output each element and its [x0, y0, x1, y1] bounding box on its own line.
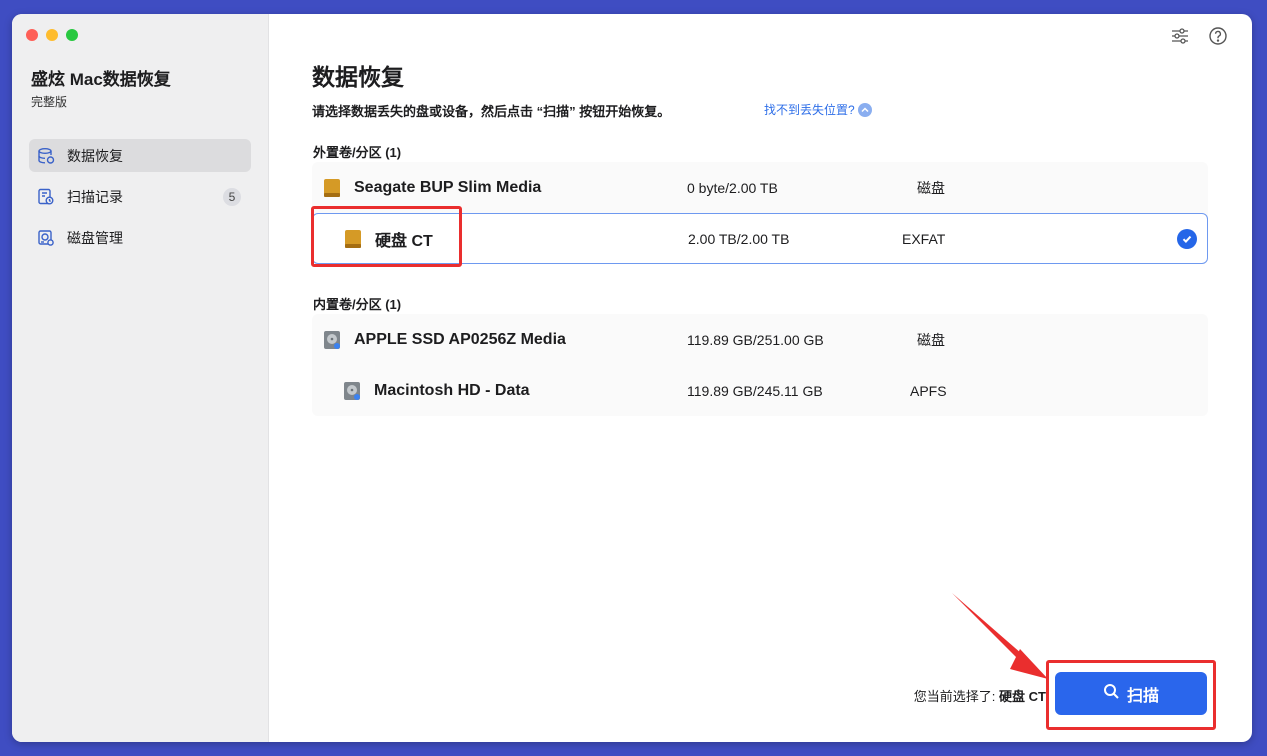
close-window-button[interactable] — [26, 29, 38, 41]
page-title: 数据恢复 — [312, 64, 404, 90]
disk-capacity: 119.89 GB/251.00 GB — [687, 331, 824, 348]
disk-capacity: 2.00 TB/2.00 TB — [688, 230, 790, 247]
internal-drive-icon — [321, 329, 343, 351]
disk-capacity: 0 byte/2.00 TB — [687, 179, 778, 196]
instruction-text: 请选择数据丢失的盘或设备，然后点击 “扫描” 按钮开始恢复。 — [312, 104, 671, 119]
disk-name: 硬盘 CT — [375, 232, 433, 250]
disk-row[interactable]: APPLE SSD AP0256Z Media 119.89 GB/251.00… — [312, 314, 1208, 365]
disk-capacity: 119.89 GB/245.11 GB — [687, 382, 823, 399]
external-section-label: 外置卷/分区 (1) — [313, 145, 402, 160]
disk-name: Macintosh HD - Data — [374, 381, 530, 399]
sidebar-nav: 数据恢复 扫描记录 5 磁盘管理 — [29, 139, 251, 262]
internal-drive-icon — [341, 380, 363, 402]
disk-row[interactable]: Seagate BUP Slim Media 0 byte/2.00 TB 磁盘 — [312, 162, 1208, 213]
disk-row-selected[interactable]: 硬盘 CT 2.00 TB/2.00 TB EXFAT — [312, 213, 1208, 264]
internal-section-label: 内置卷/分区 (1) — [313, 297, 402, 312]
disk-row[interactable]: Macintosh HD - Data 119.89 GB/245.11 GB … — [312, 365, 1208, 416]
sidebar: 盛炫 Mac数据恢复 完整版 数据恢复 扫描记录 5 磁盘管理 — [12, 14, 269, 742]
external-drive-icon — [342, 228, 364, 250]
disk-filesystem: EXFAT — [902, 230, 946, 247]
main-content: 数据恢复 请选择数据丢失的盘或设备，然后点击 “扫描” 按钮开始恢复。 找不到丢… — [268, 14, 1252, 742]
scan-history-icon — [37, 188, 55, 206]
app-title: 盛炫 Mac数据恢复 — [31, 70, 171, 89]
database-icon — [37, 147, 55, 165]
disk-management-icon — [37, 229, 55, 247]
app-window: 盛炫 Mac数据恢复 完整版 数据恢复 扫描记录 5 磁盘管理 数据恢复 请选择… — [12, 14, 1252, 742]
selection-prefix: 您当前选择了: — [913, 689, 996, 704]
internal-disk-list: APPLE SSD AP0256Z Media 119.89 GB/251.00… — [312, 314, 1208, 416]
selected-check-icon — [1177, 228, 1197, 249]
zoom-window-button[interactable] — [66, 29, 78, 41]
minimize-window-button[interactable] — [46, 29, 58, 41]
sidebar-item-data-recovery[interactable]: 数据恢复 — [29, 139, 251, 172]
disk-filesystem: APFS — [910, 382, 947, 399]
sidebar-item-disk-management[interactable]: 磁盘管理 — [29, 221, 251, 254]
scan-count-badge: 5 — [223, 187, 241, 206]
help-link[interactable]: 找不到丢失位置? — [764, 101, 872, 118]
search-icon — [1103, 683, 1120, 705]
disk-name: APPLE SSD AP0256Z Media — [354, 330, 566, 348]
current-selection: 您当前选择了: 硬盘 CT — [914, 686, 1046, 705]
window-controls — [26, 29, 78, 41]
disk-filesystem: 磁盘 — [917, 179, 945, 196]
disk-filesystem: 磁盘 — [917, 331, 945, 348]
external-disk-list: Seagate BUP Slim Media 0 byte/2.00 TB 磁盘… — [312, 162, 1208, 264]
scan-button[interactable]: 扫描 — [1055, 672, 1207, 715]
app-edition: 完整版 — [31, 95, 68, 109]
help-link-label: 找不到丢失位置? — [764, 103, 855, 117]
selection-value: 硬盘 CT — [999, 689, 1046, 704]
sidebar-item-label: 磁盘管理 — [67, 229, 123, 246]
chevron-up-icon — [857, 102, 872, 117]
scan-button-label: 扫描 — [1126, 687, 1159, 705]
disk-name: Seagate BUP Slim Media — [354, 178, 542, 196]
sidebar-item-label: 数据恢复 — [67, 147, 123, 164]
sidebar-item-scan-history[interactable]: 扫描记录 5 — [29, 180, 251, 213]
sidebar-item-label: 扫描记录 — [67, 188, 123, 205]
external-drive-icon — [321, 177, 343, 199]
